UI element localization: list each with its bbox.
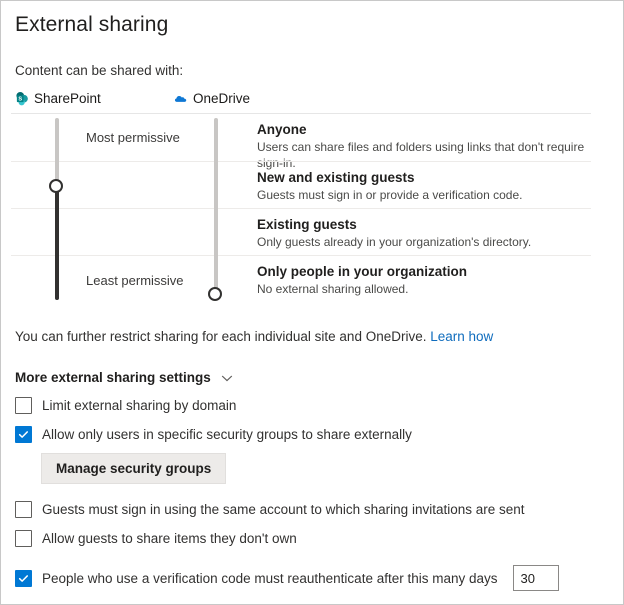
service-sharepoint-label: SharePoint: [34, 91, 101, 106]
page-title: External sharing: [15, 13, 169, 36]
allow-only-security-groups-checkbox[interactable]: [15, 426, 32, 443]
svg-text:S: S: [18, 96, 22, 102]
permission-title: Only people in your organization: [257, 264, 468, 279]
checkbox-label: Allow guests to share items they don't o…: [42, 531, 297, 546]
more-external-sharing-settings-toggle[interactable]: More external sharing settings: [15, 370, 234, 385]
sharepoint-permission-slider[interactable]: [45, 114, 69, 304]
most-permissive-label: Most permissive: [86, 130, 180, 145]
checkbox-row-verification-code-reauth[interactable]: People who use a verification code must …: [15, 565, 559, 591]
checkbox-label: Guests must sign in using the same accou…: [42, 502, 525, 517]
checkbox-label: Allow only users in specific security gr…: [42, 427, 412, 442]
least-permissive-label: Least permissive: [86, 273, 184, 288]
verification-code-reauth-checkbox[interactable]: [15, 569, 32, 587]
service-onedrive: OneDrive: [174, 91, 250, 106]
permission-title: Anyone: [257, 122, 307, 137]
checkbox-row-allow-guests-share-items[interactable]: Allow guests to share items they don't o…: [15, 530, 297, 547]
permission-row-existing-guests: Existing guests Only guests already in y…: [11, 208, 591, 255]
checkbox-label: Limit external sharing by domain: [42, 398, 237, 413]
service-sharepoint: S SharePoint: [15, 91, 101, 106]
permission-description: Only guests already in your organization…: [257, 235, 532, 249]
permission-title: New and existing guests: [257, 170, 415, 185]
permission-title: Existing guests: [257, 217, 357, 232]
chevron-down-icon[interactable]: [220, 371, 234, 385]
manage-security-groups-button[interactable]: Manage security groups: [41, 453, 227, 484]
restrict-sharing-text: You can further restrict sharing for eac…: [15, 329, 427, 344]
more-settings-label: More external sharing settings: [15, 370, 211, 385]
onedrive-permission-slider[interactable]: [204, 114, 228, 304]
reauthenticate-days-input[interactable]: [512, 565, 559, 591]
checkbox-row-guests-must-sign-in-same-account[interactable]: Guests must sign in using the same accou…: [15, 501, 525, 518]
checkbox-row-limit-external-sharing-by-domain[interactable]: Limit external sharing by domain: [15, 397, 236, 414]
content-shared-with-label: Content can be shared with:: [15, 63, 184, 78]
permission-matrix: Anyone Users can share files and folders…: [11, 114, 591, 304]
learn-how-link[interactable]: Learn how: [430, 329, 493, 344]
onedrive-slider-thumb[interactable]: [208, 287, 222, 301]
service-onedrive-label: OneDrive: [193, 91, 251, 106]
permission-description: No external sharing allowed.: [257, 282, 409, 296]
slider-track: [214, 118, 218, 300]
allow-guests-share-items-checkbox[interactable]: [15, 530, 32, 547]
sharepoint-icon: S: [15, 91, 30, 106]
restrict-sharing-note: You can further restrict sharing for eac…: [15, 329, 493, 344]
permission-row-desc: Only people in your organization No exte…: [257, 263, 587, 297]
permission-row-desc: New and existing guests Guests must sign…: [257, 169, 587, 203]
guests-must-sign-in-same-account-checkbox[interactable]: [15, 501, 32, 518]
external-sharing-panel: External sharing Content can be shared w…: [0, 0, 624, 605]
permission-row-new-and-existing-guests: New and existing guests Guests must sign…: [11, 161, 591, 208]
permission-description: Guests must sign in or provide a verific…: [257, 188, 523, 202]
limit-external-sharing-by-domain-checkbox[interactable]: [15, 397, 32, 414]
permission-row-desc: Existing guests Only guests already in y…: [257, 216, 587, 250]
checkbox-label: People who use a verification code must …: [42, 570, 498, 586]
checkbox-row-allow-only-security-groups[interactable]: Allow only users in specific security gr…: [15, 426, 412, 443]
onedrive-icon: [174, 91, 189, 106]
service-header-row: S SharePoint OneDrive: [11, 91, 591, 114]
slider-fill: [55, 186, 59, 300]
sharepoint-slider-thumb[interactable]: [49, 179, 63, 193]
